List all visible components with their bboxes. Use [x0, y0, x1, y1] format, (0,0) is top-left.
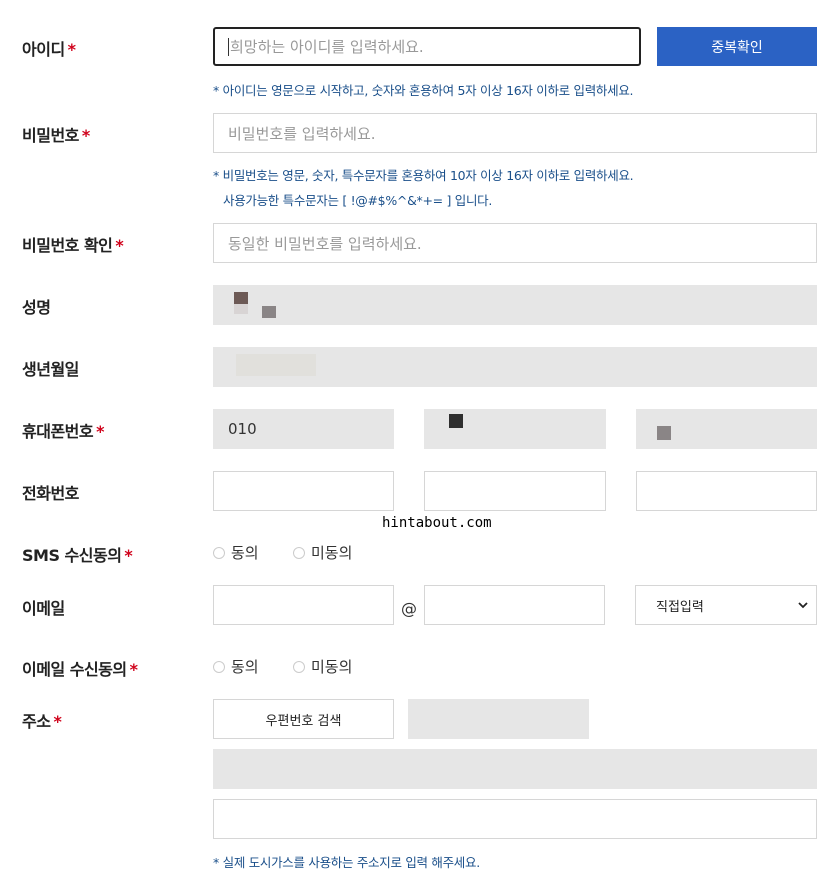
phone-part1-input[interactable]	[213, 471, 394, 511]
email-disagree-radio[interactable]: 미동의	[293, 656, 352, 677]
phone-label-text: 전화번호	[22, 484, 79, 503]
sms-agree-radio[interactable]: 동의	[213, 542, 259, 563]
chevron-down-icon	[798, 601, 808, 608]
password-label-text: 비밀번호	[22, 126, 79, 145]
password-confirm-placeholder: 동일한 비밀번호를 입력하세요.	[228, 234, 422, 253]
mobile-label: 휴대폰번호 *	[22, 418, 104, 442]
password-label: 비밀번호 *	[22, 122, 90, 146]
id-label-text: 아이디	[22, 40, 65, 59]
sms-disagree-label: 미동의	[311, 544, 353, 562]
mobile-prefix-value: 010	[228, 420, 257, 438]
zipcode-field	[408, 699, 589, 739]
phone-label: 전화번호	[22, 480, 79, 504]
required-mark: *	[81, 126, 90, 145]
email-domain-select[interactable]: 직접입력	[635, 585, 817, 625]
required-mark: *	[53, 712, 62, 731]
required-mark: *	[129, 660, 138, 679]
radio-circle	[213, 660, 225, 673]
required-mark: *	[124, 546, 133, 565]
blurred-name-char	[262, 306, 276, 318]
name-label-text: 성명	[22, 298, 51, 317]
blurred-mobile-digit	[657, 426, 671, 440]
address-label: 주소 *	[22, 708, 62, 732]
mobile-prefix-field: 010	[213, 409, 394, 449]
password-confirm-label-text: 비밀번호 확인	[22, 236, 113, 255]
birth-label-text: 생년월일	[22, 360, 79, 379]
address-hint: * 실제 도시가스를 사용하는 주소지로 입력 해주세요.	[213, 855, 480, 870]
address-main-field	[213, 749, 817, 789]
id-duplicate-check-button[interactable]: 중복확인	[657, 27, 817, 66]
name-field	[213, 285, 817, 325]
email-domain-input[interactable]	[424, 585, 605, 625]
password-confirm-input[interactable]: 동일한 비밀번호를 입력하세요.	[213, 223, 817, 263]
phone-part3-input[interactable]	[636, 471, 817, 511]
email-label-text: 이메일	[22, 599, 65, 618]
email-at-sign: @	[401, 599, 417, 618]
sms-consent-label-text: SMS 수신동의	[22, 546, 122, 565]
birth-label: 생년월일	[22, 356, 79, 380]
blurred-mobile-digit	[449, 414, 463, 428]
address-label-text: 주소	[22, 712, 51, 731]
text-caret	[228, 37, 229, 56]
blurred-name-char	[234, 292, 248, 304]
name-label: 성명	[22, 294, 51, 318]
address-detail-input[interactable]	[213, 799, 817, 839]
id-input[interactable]: 희망하는 아이디를 입력하세요.	[213, 27, 641, 66]
watermark: hintabout.com	[382, 515, 492, 531]
sms-disagree-radio[interactable]: 미동의	[293, 542, 352, 563]
zipcode-search-button[interactable]: 우편번호 검색	[213, 699, 394, 739]
password-placeholder: 비밀번호를 입력하세요.	[228, 124, 376, 143]
email-domain-select-value: 직접입력	[656, 599, 704, 615]
sms-consent-label: SMS 수신동의 *	[22, 542, 133, 566]
id-placeholder: 희망하는 아이디를 입력하세요.	[230, 38, 424, 56]
radio-circle	[213, 546, 225, 559]
radio-circle	[293, 546, 305, 559]
email-agree-radio[interactable]: 동의	[213, 656, 259, 677]
mobile-middle-field	[424, 409, 606, 449]
blurred-birth	[236, 354, 316, 376]
required-mark: *	[96, 422, 104, 441]
required-mark: *	[67, 40, 76, 59]
blurred-name-char	[234, 304, 248, 314]
password-input[interactable]: 비밀번호를 입력하세요.	[213, 113, 817, 153]
email-agree-label: 동의	[231, 658, 259, 676]
email-label: 이메일	[22, 595, 65, 619]
password-hint-line2: 사용가능한 특수문자는 [ !@#$%^&*+= ] 입니다.	[223, 193, 493, 208]
id-hint: * 아이디는 영문으로 시작하고, 숫자와 혼용하여 5자 이상 16자 이하로…	[213, 83, 634, 98]
email-local-input[interactable]	[213, 585, 394, 625]
email-consent-label: 이메일 수신동의 *	[22, 656, 138, 680]
birth-field	[213, 347, 817, 387]
email-consent-label-text: 이메일 수신동의	[22, 660, 127, 679]
mobile-last-field	[636, 409, 817, 449]
phone-part2-input[interactable]	[424, 471, 606, 511]
id-label: 아이디 *	[22, 36, 76, 60]
radio-circle	[293, 660, 305, 673]
required-mark: *	[115, 236, 124, 255]
sms-agree-label: 동의	[231, 544, 259, 562]
email-disagree-label: 미동의	[311, 658, 353, 676]
password-hint-line1: * 비밀번호는 영문, 숫자, 특수문자를 혼용하여 10자 이상 16자 이하…	[213, 168, 634, 183]
mobile-label-text: 휴대폰번호	[22, 422, 94, 441]
password-confirm-label: 비밀번호 확인 *	[22, 232, 124, 256]
